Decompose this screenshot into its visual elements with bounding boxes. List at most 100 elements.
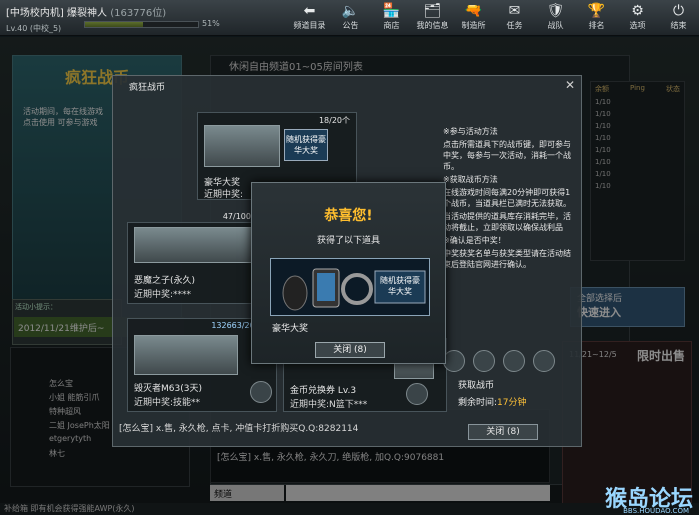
rule-line: ※获取战币方法 <box>443 175 498 184</box>
nav-gear[interactable]: ⚙ 选项 <box>617 0 658 36</box>
room-row[interactable]: 1/10 <box>591 144 684 156</box>
nav-label: 结束 <box>670 21 687 30</box>
shop-icon: 🏪 <box>382 3 401 19</box>
server-tag: [中场校内机] <box>6 8 64 19</box>
nav-mission[interactable]: ✉ 任务 <box>494 0 535 36</box>
remaining-value: 17分钟 <box>497 398 527 408</box>
nav-clan[interactable]: 🛡 战队 <box>535 0 576 36</box>
quick-join-button[interactable]: 全部选择后 快速进入 <box>570 287 685 327</box>
remaining-label: 剩余时间: <box>458 398 498 408</box>
player-id: (163776位) <box>110 8 167 19</box>
watermark-url: BBS.HOUDAO.COM <box>623 507 689 515</box>
player-info: [中场校内机] 爆裂神人 (163776位) Lv.40 (中校_5) <box>6 4 216 34</box>
prize-name: 毁灭者M63(3天) <box>134 384 202 394</box>
col-header: 余额 <box>595 85 609 93</box>
congrats-subtitle: 获得了以下道具 <box>316 236 380 246</box>
prize-count: 18/20个 <box>318 116 350 125</box>
chat-input[interactable] <box>286 485 550 501</box>
get-coin-info: 获取战币 剩余时间:17分钟 <box>458 378 533 408</box>
nav-shop[interactable]: 🏪 商店 <box>371 0 412 36</box>
coin-icon <box>503 350 525 372</box>
prize-recent: 近期中奖: <box>204 190 244 200</box>
nav-label: 制造所 <box>461 21 486 30</box>
prize-display: 随机获得豪华大奖 <box>270 258 430 316</box>
nav-label: 任务 <box>506 21 523 30</box>
room-row[interactable]: 1/10 <box>591 168 684 180</box>
nav-speaker[interactable]: 🔈 公告 <box>330 0 371 36</box>
get-coin-label: 获取战币 <box>458 381 495 391</box>
profile-icon: 🗂 <box>423 3 442 19</box>
clan-icon: 🛡 <box>546 3 565 19</box>
nav-profile[interactable]: 🗂 我的信息 <box>412 0 453 36</box>
prize-image <box>204 125 280 167</box>
room-row[interactable]: 1/10 <box>591 96 684 108</box>
prize-recent: 近期中奖:N篮下*** <box>290 400 368 410</box>
room-list-title: 休闲自由频道01~05房间列表 <box>229 62 363 73</box>
random-prize-badge: 随机获得豪华大奖 <box>284 129 328 161</box>
nav-trophy[interactable]: 🏆 排名 <box>576 0 617 36</box>
rule-line: 点击所需道具下的战币键，即可参与中奖，每参与一次活动，消耗一个战币。 <box>443 140 571 171</box>
prize-name: 金币兑换券 Lv.3 <box>290 386 357 396</box>
event-rules: ※参与活动方法点击所需道具下的战币键，即可参与中奖，每参与一次活动，消耗一个战币… <box>443 126 573 272</box>
nav-weapon[interactable]: 🔫 制造所 <box>453 0 494 36</box>
coin-icon[interactable] <box>406 383 428 405</box>
coin-icon <box>533 350 555 372</box>
prize-badge-text: 随机获得豪华大奖 <box>380 276 420 296</box>
nav-back-arrow[interactable]: ⬅ 频道目录 <box>289 0 330 36</box>
congrats-dialog: 恭喜您! 获得了以下道具 随机获得豪华大奖 豪华大奖 关闭 (8) <box>251 182 446 364</box>
rule-line: 当活动提供的道具库存消耗完毕，活动将截止，立即领取以确保战利品 <box>443 212 571 232</box>
prize-slot-demon[interactable]: 47/100个 恶魔之子(永久) 近期中奖:**** <box>127 212 262 304</box>
tips-title: 活动小提示： <box>15 303 57 311</box>
congrats-heading: 恭喜您! <box>324 208 373 224</box>
room-row[interactable]: 1/10 <box>591 108 684 120</box>
main-nav: ⬅ 频道目录 🔈 公告 🏪 商店 🗂 我的信息 🔫 制造所 ✉ 任务 🛡 战队 🏆 排名 ⚙ 选项 ⏻ 结束 <box>289 0 699 36</box>
bottom-ticker: 补给箱 即有机会获得强能AWP(永久) <box>0 503 699 515</box>
prize-name: 恶魔之子(永久) <box>134 276 196 286</box>
coin-dialog-close-button[interactable]: 关闭 (8) <box>468 424 538 440</box>
close-icon[interactable]: ✕ <box>565 78 575 92</box>
dialog-title: 疯狂战币 <box>129 83 166 93</box>
coin-icon[interactable] <box>250 381 272 403</box>
rule-line: 中奖获奖名单与获奖类型请在活动结束后登陆官网进行确认。 <box>443 249 571 269</box>
back-arrow-icon: ⬅ <box>303 3 316 19</box>
nav-label: 选项 <box>629 21 646 30</box>
room-row[interactable]: 1/10 <box>591 132 684 144</box>
nav-label: 我的信息 <box>416 21 449 30</box>
banner-desc-line: 点击使用 可参与游戏 <box>23 118 98 127</box>
prize-recent: 近期中奖:**** <box>134 290 192 300</box>
col-header: Ping <box>630 84 645 92</box>
nav-label: 排名 <box>588 21 605 30</box>
rule-line: ※确认是否中奖！ <box>443 236 506 245</box>
room-status-list: 余额 Ping 状态 1/10 1/10 1/10 1/10 1/10 1/10 1/10 1… <box>590 81 685 261</box>
speaker-icon: 🔈 <box>341 3 360 19</box>
congrats-close-button[interactable]: 关闭 (8) <box>315 342 385 358</box>
room-row[interactable]: 1/10 <box>591 120 684 132</box>
trophy-icon: 🏆 <box>587 3 606 19</box>
col-header: 状态 <box>666 85 680 93</box>
xp-percent: 51% <box>202 19 220 28</box>
xp-bar <box>84 21 199 28</box>
room-row[interactable]: 1/10 <box>591 180 684 192</box>
gear-icon: ⚙ <box>631 3 644 19</box>
nav-label: 频道目录 <box>293 21 326 30</box>
room-row[interactable]: 1/10 <box>591 156 684 168</box>
chat-line: [怎么宝] x.售, 永久枪, 永久刀, 绝版枪, 加Q.Q:9076881 <box>217 453 445 463</box>
power-icon: ⏻ <box>672 3 685 19</box>
remaining-time: 剩余时间:17分钟 <box>458 395 533 408</box>
join-btn-line: 全部选择后 <box>577 294 623 304</box>
rule-line: ※参与活动方法 <box>443 127 498 136</box>
join-btn-line: 快速进入 <box>577 306 621 319</box>
nav-label: 战队 <box>547 21 564 30</box>
rule-line: 在线游戏时间每满20分钟即可获得1个战币，当道具栏已满时无法获取。 <box>443 188 571 208</box>
banner-desc: 活动期间，每在线游戏 点击使用 可参与游戏 <box>23 106 103 128</box>
nav-power[interactable]: ⏻ 结束 <box>658 0 699 36</box>
xp-bar-fill <box>85 22 143 27</box>
limited-title: 限时出售 <box>636 349 685 363</box>
nickname: 爆裂神人 <box>67 8 107 19</box>
nav-label: 商店 <box>383 21 400 30</box>
nav-label: 公告 <box>342 21 359 30</box>
prize-image <box>134 335 238 375</box>
channel-select[interactable]: 频道 <box>210 485 284 501</box>
friend-item[interactable]: 林七 <box>11 448 189 462</box>
weapon-icon: 🔫 <box>464 3 483 19</box>
